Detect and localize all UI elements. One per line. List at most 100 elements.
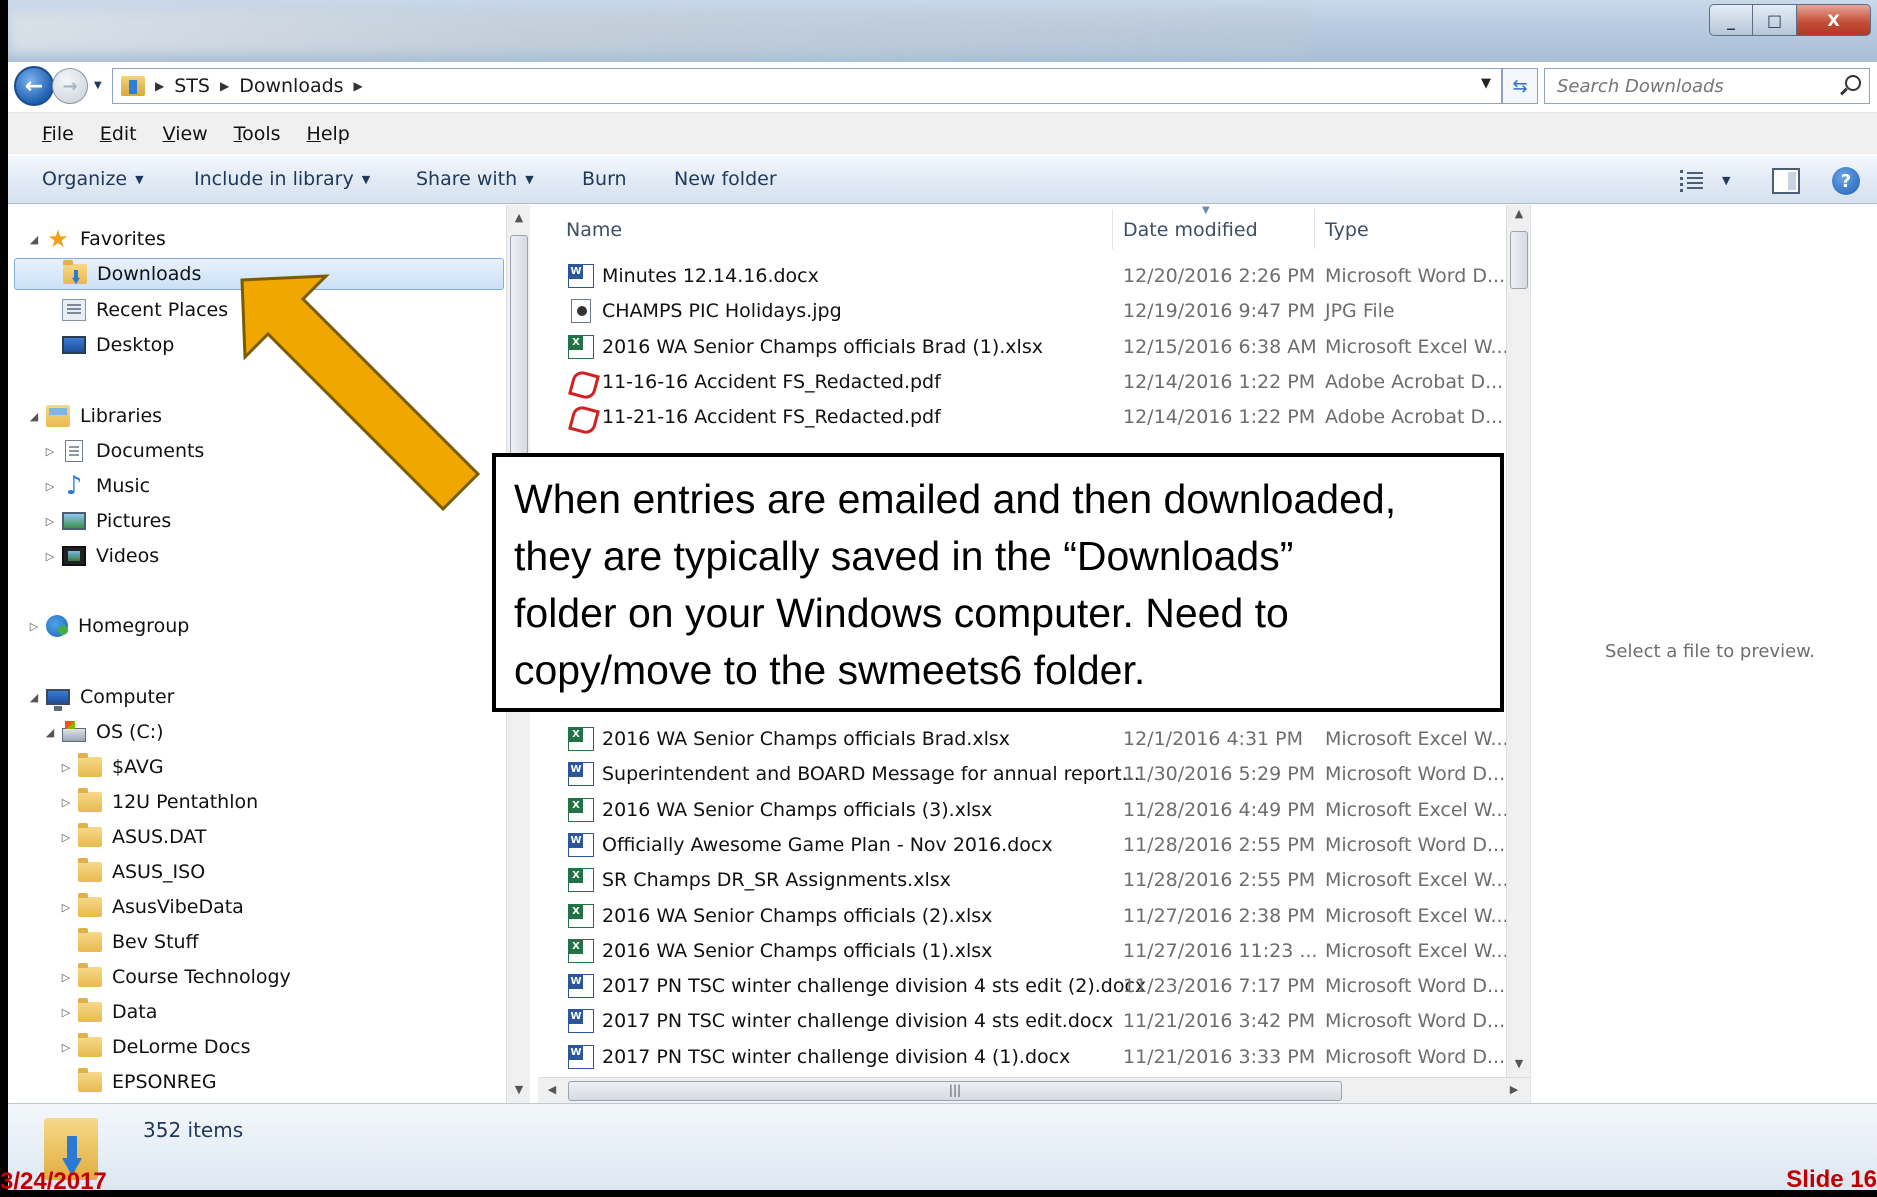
file-row[interactable]: 2016 WA Senior Champs officials (3).xlsx… xyxy=(538,794,1506,826)
column-header-name[interactable]: Name xyxy=(566,219,622,241)
column-header-date[interactable]: Date modified xyxy=(1123,219,1258,241)
nav-folder[interactable]: Bev Stuff xyxy=(58,926,199,958)
nav-libraries[interactable]: ◢ Libraries xyxy=(26,400,162,432)
menu-tools[interactable]: Tools xyxy=(234,123,281,145)
file-row[interactable]: 2016 WA Senior Champs officials (1).xlsx… xyxy=(538,935,1506,967)
file-row[interactable]: CHAMPS PIC Holidays.jpg 12/19/2016 9:47 P… xyxy=(538,295,1506,327)
nav-pictures[interactable]: ▷ Pictures xyxy=(42,505,171,537)
nav-folder[interactable]: ASUS_ISO xyxy=(58,856,205,888)
nav-folder[interactable]: ▷ Course Technology xyxy=(58,961,291,993)
column-header-type[interactable]: Type xyxy=(1325,219,1369,241)
file-row[interactable]: Officially Awesome Game Plan - Nov 2016.… xyxy=(538,829,1506,861)
file-row[interactable]: 2016 WA Senior Champs officials Brad.xls… xyxy=(538,723,1506,755)
file-row[interactable]: Minutes 12.14.16.docx 12/20/2016 2:26 PM M… xyxy=(538,260,1506,292)
file-row[interactable]: 11-21-16 Accident FS_Redacted.pdf 12/14/2… xyxy=(538,401,1506,433)
file-row[interactable]: 2016 WA Senior Champs officials Brad (1)… xyxy=(538,331,1506,363)
nav-documents[interactable]: ▷ Documents xyxy=(42,435,204,467)
breadcrumb-sts[interactable]: STS xyxy=(174,75,210,97)
nav-computer[interactable]: ◢ Computer xyxy=(26,681,174,713)
collapsed-triangle-icon[interactable]: ▷ xyxy=(42,445,58,458)
file-row[interactable]: SR Champs DR_SR Assignments.xlsx 11/28/20… xyxy=(538,864,1506,896)
nav-desktop[interactable]: Desktop xyxy=(62,329,174,361)
view-options-dropdown-icon[interactable]: ▼ xyxy=(1722,174,1730,187)
scroll-up-icon[interactable]: ▲ xyxy=(507,211,531,224)
expanded-triangle-icon[interactable]: ◢ xyxy=(26,691,42,704)
breadcrumb-chevron-icon[interactable]: ▶ xyxy=(354,79,363,93)
nav-recent-places[interactable]: Recent Places xyxy=(62,294,228,326)
horizontal-scroll-thumb[interactable]: ||| xyxy=(568,1081,1342,1101)
collapsed-triangle-icon[interactable]: ▷ xyxy=(58,831,74,844)
minimize-button[interactable]: _ xyxy=(1709,4,1753,36)
recent-pages-dropdown[interactable]: ▼ xyxy=(94,80,102,91)
organize-button[interactable]: Organize ▼ xyxy=(42,168,144,190)
file-row[interactable]: 2017 PN TSC winter challenge division 4 … xyxy=(538,1041,1506,1073)
scroll-up-icon[interactable]: ▲ xyxy=(1507,207,1531,220)
horizontal-scrollbar[interactable]: ◀ ||| ▶ xyxy=(538,1077,1530,1103)
forward-button[interactable]: → xyxy=(52,68,88,104)
new-folder-button[interactable]: New folder xyxy=(674,168,777,190)
menu-file[interactable]: File xyxy=(42,123,74,145)
nav-folder[interactable]: ▷ AsusVibeData xyxy=(58,891,244,923)
nav-folder[interactable]: ▷ $AVG xyxy=(58,751,164,783)
scroll-left-icon[interactable]: ◀ xyxy=(540,1083,564,1096)
menu-edit[interactable]: Edit xyxy=(100,123,137,145)
breadcrumb-chevron-icon[interactable]: ▶ xyxy=(220,79,229,93)
back-button[interactable]: ← xyxy=(14,66,54,106)
nav-folder[interactable]: ▷ 12U Pentathlon xyxy=(58,786,258,818)
nav-folder[interactable]: ▷ DeLorme Docs xyxy=(58,1031,251,1063)
nav-folder[interactable]: EPSONREG xyxy=(58,1066,217,1098)
collapsed-triangle-icon[interactable]: ▷ xyxy=(58,1041,74,1054)
title-bar[interactable]: _ □ X xyxy=(8,0,1877,62)
nav-favorites[interactable]: ◢ ★ Favorites xyxy=(26,223,166,255)
refresh-button[interactable]: ⇆ xyxy=(1502,68,1538,104)
nav-folder[interactable]: ▷ Data xyxy=(58,996,157,1028)
collapsed-triangle-icon[interactable]: ▷ xyxy=(58,901,74,914)
file-row[interactable]: 2017 PN TSC winter challenge division 4 … xyxy=(538,970,1506,1002)
expanded-triangle-icon[interactable]: ◢ xyxy=(26,410,42,423)
collapsed-triangle-icon[interactable]: ▷ xyxy=(42,515,58,528)
collapsed-triangle-icon[interactable]: ▷ xyxy=(58,971,74,984)
scroll-down-icon[interactable]: ▼ xyxy=(507,1083,531,1096)
nav-downloads[interactable]: Downloads xyxy=(14,258,504,290)
scroll-down-icon[interactable]: ▼ xyxy=(1507,1057,1531,1070)
breadcrumb-downloads[interactable]: Downloads xyxy=(239,75,343,97)
collapsed-triangle-icon[interactable]: ▷ xyxy=(58,796,74,809)
file-row[interactable]: Superintendent and BOARD Message for ann… xyxy=(538,758,1506,790)
file-row[interactable]: 2016 WA Senior Champs officials (2).xlsx… xyxy=(538,900,1506,932)
expanded-triangle-icon[interactable]: ◢ xyxy=(26,233,42,246)
scroll-right-icon[interactable]: ▶ xyxy=(1502,1083,1526,1096)
change-view-icon[interactable] xyxy=(1680,170,1706,192)
collapsed-triangle-icon[interactable]: ▷ xyxy=(58,1006,74,1019)
nav-videos[interactable]: ▷ Videos xyxy=(42,540,159,572)
file-row[interactable]: 2017 PN TSC winter challenge division 4 … xyxy=(538,1005,1506,1037)
include-in-library-button[interactable]: Include in library ▼ xyxy=(194,168,370,190)
preview-pane-toggle-icon[interactable] xyxy=(1772,168,1800,194)
excel-icon xyxy=(568,868,594,893)
help-icon[interactable]: ? xyxy=(1832,167,1860,195)
address-dropdown-icon[interactable]: ▼ xyxy=(1481,76,1491,91)
search-icon[interactable] xyxy=(1845,75,1861,91)
maximize-button[interactable]: □ xyxy=(1753,4,1797,36)
menu-view[interactable]: View xyxy=(163,123,208,145)
nav-os-drive[interactable]: ◢ OS (C:) xyxy=(42,716,164,748)
menu-help[interactable]: Help xyxy=(307,123,350,145)
collapsed-triangle-icon[interactable]: ▷ xyxy=(42,480,58,493)
nav-music[interactable]: ▷ ♪ Music xyxy=(42,470,150,502)
collapsed-triangle-icon[interactable]: ▷ xyxy=(58,761,74,774)
collapsed-triangle-icon[interactable]: ▷ xyxy=(26,620,42,633)
share-with-button[interactable]: Share with ▼ xyxy=(416,168,534,190)
expanded-triangle-icon[interactable]: ◢ xyxy=(42,726,58,739)
column-divider[interactable] xyxy=(1112,209,1113,249)
address-bar[interactable]: ▶ STS ▶ Downloads ▶ ▼ xyxy=(112,68,1502,104)
burn-button[interactable]: Burn xyxy=(582,168,627,190)
file-list-scrollbar[interactable]: ▲ ▼ xyxy=(1506,205,1530,1077)
breadcrumb-chevron-icon[interactable]: ▶ xyxy=(155,79,164,93)
close-button[interactable]: X xyxy=(1797,4,1871,36)
search-input[interactable] xyxy=(1557,75,1827,97)
file-list-scroll-thumb[interactable] xyxy=(1510,231,1528,289)
collapsed-triangle-icon[interactable]: ▷ xyxy=(42,550,58,563)
column-divider[interactable] xyxy=(1314,209,1315,249)
nav-homegroup[interactable]: ▷ Homegroup xyxy=(26,610,189,642)
nav-folder[interactable]: ▷ ASUS.DAT xyxy=(58,821,207,853)
file-row[interactable]: 11-16-16 Accident FS_Redacted.pdf 12/14/2… xyxy=(538,366,1506,398)
